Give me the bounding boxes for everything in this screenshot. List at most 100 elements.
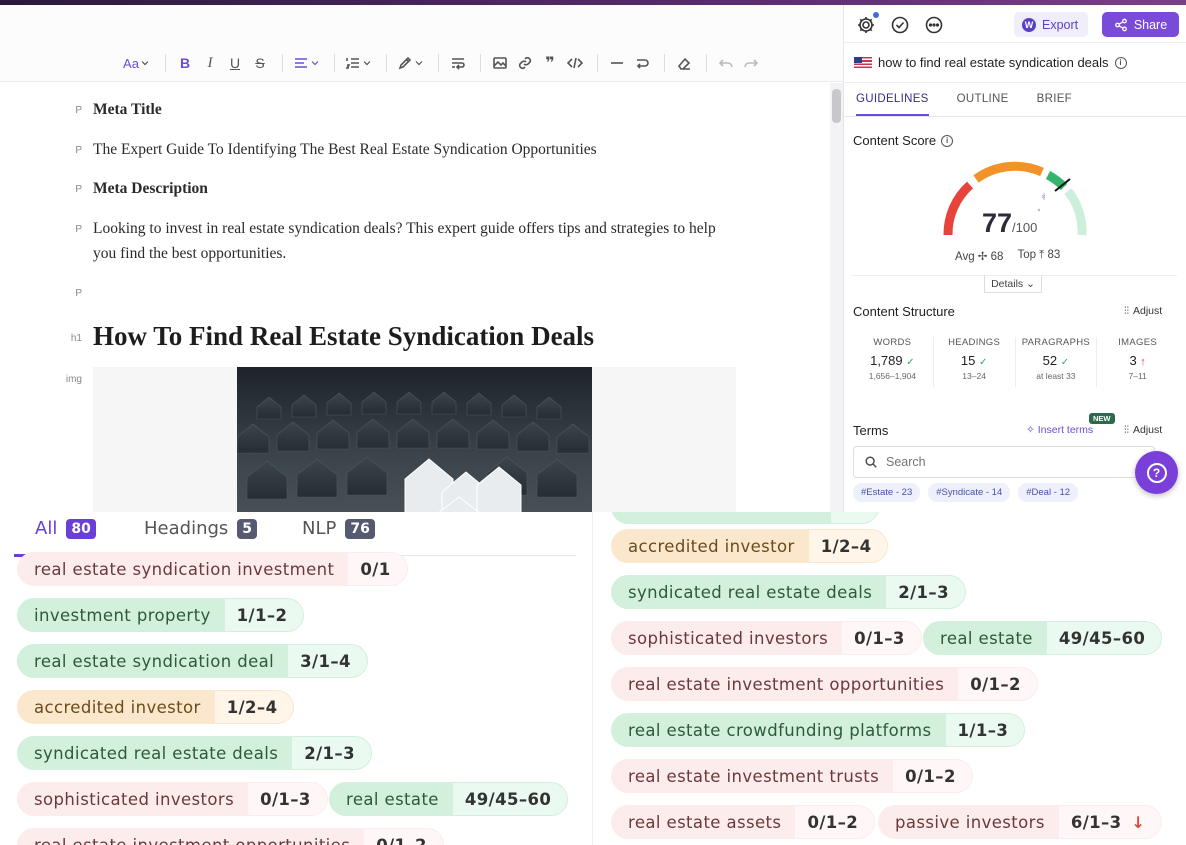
terms-search[interactable] bbox=[853, 446, 1155, 478]
stat-label: HEADINGS bbox=[948, 337, 1001, 348]
code-button[interactable] bbox=[564, 51, 586, 75]
help-button[interactable]: ? bbox=[1135, 451, 1178, 494]
meta-description-label[interactable]: Meta Description bbox=[93, 176, 733, 201]
term-pill[interactable]: real estate investment trusts 0/1–2 bbox=[611, 759, 973, 793]
filter-tab-count: 76 bbox=[345, 518, 375, 539]
term-pill[interactable]: real estate assets 0/1–2 bbox=[611, 805, 876, 839]
term-pill[interactable]: real estate crowdfunding platforms 1/1–3 bbox=[611, 713, 1026, 747]
top-value: 83 bbox=[1047, 249, 1061, 261]
term-pill[interactable]: sophisticated investors 0/1–3 bbox=[611, 621, 922, 655]
term-pill[interactable]: syndicated real estate deals 2/1–3 bbox=[17, 736, 372, 770]
undo-button[interactable] bbox=[715, 51, 737, 75]
text-wrap-button[interactable] bbox=[447, 51, 469, 75]
term-name: real estate syndication deal bbox=[17, 644, 289, 678]
details-label: Details bbox=[991, 277, 1024, 290]
tab-outline[interactable]: OUTLINE bbox=[957, 83, 1009, 116]
tab-brief[interactable]: BRIEF bbox=[1037, 83, 1072, 116]
term-pill-partial[interactable] bbox=[611, 512, 879, 524]
filter-tab-label: All bbox=[35, 518, 58, 539]
filter-tab-headings[interactable]: Headings 5 bbox=[144, 518, 258, 539]
insert-link-button[interactable] bbox=[514, 51, 536, 75]
filter-tab-all[interactable]: All 80 bbox=[35, 518, 96, 539]
topic-chip[interactable]: #Estate - 23 bbox=[853, 483, 921, 502]
toolbar-divider bbox=[438, 54, 439, 72]
scrollbar-thumb[interactable] bbox=[832, 89, 841, 123]
empty-paragraph[interactable] bbox=[93, 280, 733, 305]
more-button[interactable] bbox=[924, 15, 944, 35]
align-dropdown[interactable] bbox=[291, 51, 323, 75]
info-icon[interactable]: i bbox=[941, 134, 954, 147]
term-pill[interactable]: syndicated real estate deals 2/1–3 bbox=[611, 575, 966, 609]
avg-label: Avg bbox=[955, 251, 975, 263]
block-tag: h1 bbox=[70, 333, 82, 344]
target-keyword: how to find real estate syndication deal… bbox=[878, 55, 1109, 70]
check-button[interactable] bbox=[890, 15, 910, 35]
meta-title-label[interactable]: Meta Title bbox=[93, 97, 733, 122]
filter-tab-label: NLP bbox=[302, 518, 337, 539]
redo-button[interactable] bbox=[740, 51, 762, 75]
clear-format-button[interactable] bbox=[673, 51, 695, 75]
term-pill[interactable]: accredited investor 1/2–4 bbox=[611, 529, 889, 563]
meta-description-text[interactable]: Looking to invest in real estate syndica… bbox=[93, 216, 733, 266]
term-pill[interactable]: real estate 49/45–60 bbox=[329, 782, 569, 816]
list-dropdown[interactable] bbox=[343, 51, 375, 75]
term-pill[interactable]: investment property 1/1–2 bbox=[17, 598, 305, 632]
details-toggle[interactable]: Details ⌄ bbox=[984, 275, 1042, 293]
term-name: real estate bbox=[329, 782, 453, 816]
search-input[interactable] bbox=[886, 455, 1126, 469]
font-size-dropdown[interactable]: Aa bbox=[120, 51, 154, 75]
term-pill[interactable]: sophisticated investors 0/1–3 bbox=[17, 782, 328, 816]
italic-button[interactable]: I bbox=[199, 51, 221, 75]
image-block[interactable] bbox=[93, 367, 736, 512]
stat-paragraphs: PARAGRAPHS 52 ✓ at least 33 bbox=[1016, 337, 1098, 387]
meta-title-text[interactable]: The Expert Guide To Identifying The Best… bbox=[93, 137, 733, 162]
quote-button[interactable]: ❞ bbox=[539, 51, 561, 75]
term-count: 0/1–2 bbox=[795, 805, 876, 839]
terms-adjust-button[interactable]: ⫶⫶ Adjust bbox=[1124, 424, 1162, 436]
term-count: 0/1–2 bbox=[958, 667, 1038, 701]
term-pill[interactable]: real estate syndication deal 3/1–4 bbox=[17, 644, 368, 678]
structure-adjust-button[interactable]: ⫶⫶ Adjust bbox=[1124, 305, 1162, 317]
line-break-button[interactable] bbox=[631, 51, 653, 75]
strikethrough-button[interactable]: S bbox=[249, 51, 271, 75]
export-button[interactable]: W Export bbox=[1014, 12, 1089, 37]
term-pill[interactable]: accredited investor 1/2–4 bbox=[17, 690, 295, 724]
filter-tab-count: 5 bbox=[237, 518, 258, 539]
score-number: 77 bbox=[982, 208, 1013, 238]
stat-range: 13–24 bbox=[962, 371, 986, 381]
seo-panel: W Export Share how to find real estate s… bbox=[843, 5, 1186, 512]
sparkle-icon bbox=[1037, 193, 1046, 212]
info-icon[interactable]: i bbox=[1114, 56, 1127, 69]
article-heading[interactable]: How To Find Real Estate Syndication Deal… bbox=[93, 321, 594, 352]
share-button[interactable]: Share bbox=[1102, 12, 1179, 37]
underline-button[interactable]: U bbox=[224, 51, 246, 75]
term-pill[interactable]: real estate syndication investment 0/1 bbox=[17, 552, 408, 586]
arrow-down-icon: ↓ bbox=[1131, 812, 1146, 832]
highlight-dropdown[interactable] bbox=[395, 51, 427, 75]
bold-button[interactable]: B bbox=[174, 51, 196, 75]
houses-illustration bbox=[237, 391, 590, 512]
document-body[interactable]: P Meta Title P The Expert Guide To Ident… bbox=[0, 83, 830, 512]
term-pill[interactable]: real estate investment opportunities 0/1–… bbox=[611, 667, 1038, 701]
stat-range: 7–11 bbox=[1128, 371, 1147, 381]
chevron-down-icon bbox=[141, 61, 149, 66]
stat-images: IMAGES 3 ↑ 7–11 bbox=[1097, 337, 1178, 387]
topic-chip[interactable]: #Syndicate - 14 bbox=[928, 483, 1011, 502]
tab-guidelines[interactable]: GUIDELINES bbox=[856, 83, 929, 116]
term-pill[interactable]: real estate 49/45–60 bbox=[923, 621, 1163, 655]
editor-scrollbar[interactable] bbox=[830, 83, 843, 512]
filter-tab-nlp[interactable]: NLP 76 bbox=[302, 518, 375, 539]
toolbar-divider bbox=[480, 54, 481, 72]
term-pill[interactable]: passive investors 6/1–3 ↓ bbox=[878, 805, 1163, 839]
term-count: 1/1–3 bbox=[945, 713, 1026, 747]
settings-button[interactable] bbox=[856, 12, 879, 35]
horizontal-rule-button[interactable] bbox=[606, 51, 628, 75]
stat-label: IMAGES bbox=[1118, 337, 1157, 348]
topic-chip[interactable]: #Deal - 12 bbox=[1018, 483, 1079, 502]
term-pill[interactable]: real estate investment opportunities 0/1–… bbox=[17, 828, 444, 845]
term-name: investment property bbox=[17, 598, 225, 632]
stat-headings: HEADINGS 15 ✓ 13–24 bbox=[934, 337, 1016, 387]
insert-terms-button[interactable]: ✧ Insert terms bbox=[1026, 424, 1093, 436]
stat-value: 3 bbox=[1129, 353, 1137, 368]
insert-image-button[interactable] bbox=[489, 51, 511, 75]
